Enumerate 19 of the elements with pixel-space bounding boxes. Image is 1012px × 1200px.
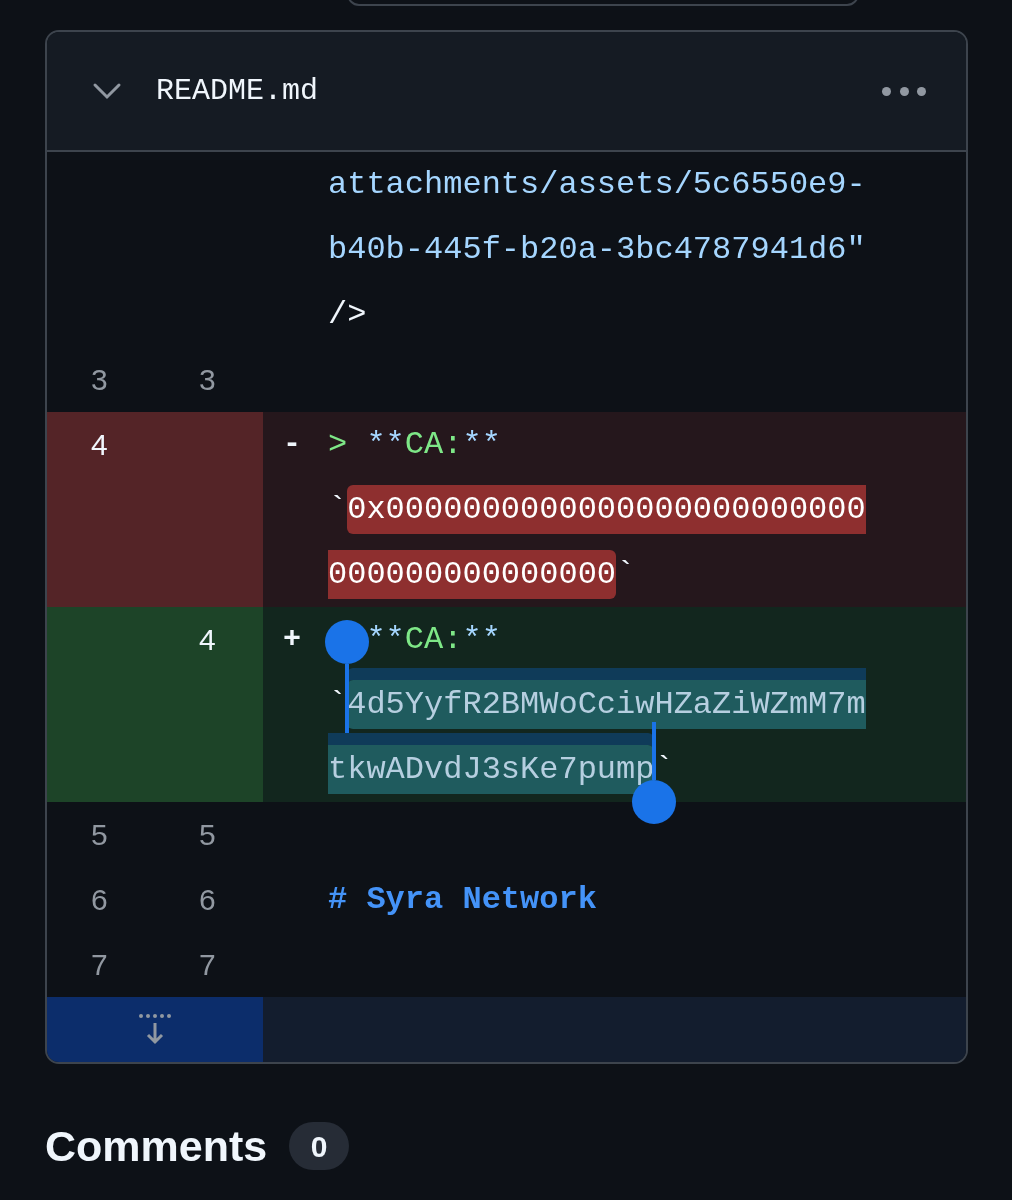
line-number: 3 [91,363,108,396]
line-number: 6 [199,883,216,916]
code-line: attachments/assets/5c6550e9-b40b-445f-b20a-3bc4787941d6" /> [328,165,866,335]
code-line: # Syra Network [328,880,598,920]
minus-sign: - [283,427,301,461]
line-number: 5 [91,818,108,851]
line-number: 7 [199,948,216,981]
line-number: 4 [91,428,108,461]
more-options-icon[interactable] [882,86,926,96]
file-name: README.md [156,72,319,110]
line-number: 5 [199,818,216,851]
collapse-chevron-icon[interactable] [91,81,123,101]
line-number: 3 [199,363,216,396]
line-number: 7 [91,948,108,981]
line-number: 4 [199,623,216,656]
line-number: 6 [91,883,108,916]
comments-count: 0 [289,1122,350,1171]
plus-sign: + [283,622,301,656]
comments-heading: Comments [45,1121,268,1172]
